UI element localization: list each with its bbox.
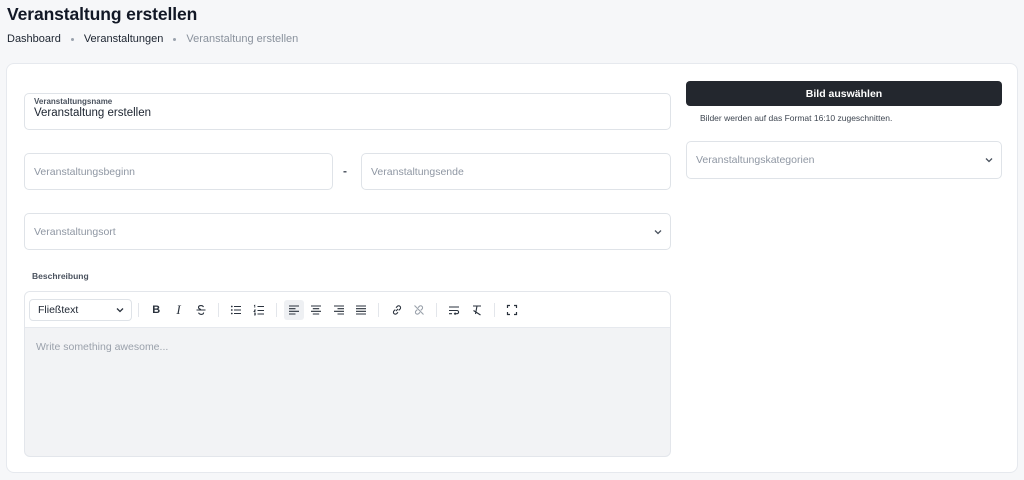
breadcrumb-events[interactable]: Veranstaltungen xyxy=(84,33,164,45)
breadcrumb-separator xyxy=(70,37,74,41)
chevron-down-icon xyxy=(654,229,662,234)
select-image-button[interactable]: Bild auswählen xyxy=(686,81,1002,106)
event-location-select[interactable]: Veranstaltungsort xyxy=(24,213,671,250)
date-range-separator: - xyxy=(343,164,347,178)
event-location-placeholder: Veranstaltungsort xyxy=(34,225,116,238)
breadcrumb-current: Veranstaltung erstellen xyxy=(186,33,299,45)
align-center-icon[interactable] xyxy=(306,300,326,320)
event-name-label: Veranstaltungsname xyxy=(34,97,113,106)
link-icon[interactable] xyxy=(387,300,407,320)
breadcrumb-separator xyxy=(173,37,177,41)
editor-content-area[interactable]: Write something awesome... xyxy=(25,328,670,366)
italic-icon[interactable]: I xyxy=(169,300,189,320)
align-justify-icon[interactable] xyxy=(351,300,371,320)
editor-placeholder: Write something awesome... xyxy=(36,341,169,353)
event-start-placeholder: Veranstaltungsbeginn xyxy=(34,165,135,178)
toolbar-divider xyxy=(493,302,495,317)
editor-toolbar: Fließtext B I xyxy=(25,292,670,328)
event-start-field[interactable]: Veranstaltungsbeginn xyxy=(24,153,333,190)
strikethrough-icon[interactable] xyxy=(191,300,211,320)
align-right-icon[interactable] xyxy=(329,300,349,320)
breadcrumb-dashboard[interactable]: Dashboard xyxy=(7,33,61,45)
event-name-field[interactable]: Veranstaltungsname Veranstaltung erstell… xyxy=(24,93,671,130)
unlink-icon[interactable] xyxy=(409,300,429,320)
toolbar-divider xyxy=(218,302,220,317)
breadcrumb: Dashboard Veranstaltungen Veranstaltung … xyxy=(7,33,298,45)
toolbar-divider xyxy=(436,302,438,317)
page-title: Veranstaltung erstellen xyxy=(7,4,198,24)
form-card: Veranstaltungsname Veranstaltung erstell… xyxy=(6,63,1018,473)
text-style-select[interactable]: Fließtext xyxy=(29,298,132,321)
toolbar-divider xyxy=(378,302,380,317)
clear-format-icon[interactable] xyxy=(467,300,487,320)
event-end-field[interactable]: Veranstaltungsende xyxy=(361,153,671,190)
rich-text-editor: Fließtext B I Write something awesome... xyxy=(24,291,671,457)
bullet-list-icon[interactable] xyxy=(226,300,246,320)
bold-icon[interactable]: B xyxy=(146,300,166,320)
image-format-hint: Bilder werden auf das Format 16:10 zuges… xyxy=(700,113,893,123)
description-label: Beschreibung xyxy=(32,271,89,281)
event-categories-placeholder: Veranstaltungskategorien xyxy=(696,154,815,166)
ordered-list-icon[interactable] xyxy=(249,300,269,320)
wrap-text-icon[interactable] xyxy=(444,300,464,320)
toolbar-divider xyxy=(275,302,277,317)
fullscreen-icon[interactable] xyxy=(502,300,522,320)
event-name-value[interactable]: Veranstaltung erstellen xyxy=(34,107,151,119)
event-categories-select[interactable]: Veranstaltungskategorien xyxy=(686,141,1002,179)
text-style-value: Fließtext xyxy=(38,303,79,316)
align-left-icon[interactable] xyxy=(284,299,305,320)
toolbar-divider xyxy=(138,302,139,317)
chevron-down-icon xyxy=(116,307,124,312)
event-end-placeholder: Veranstaltungsende xyxy=(371,165,464,178)
chevron-down-icon xyxy=(985,158,993,163)
